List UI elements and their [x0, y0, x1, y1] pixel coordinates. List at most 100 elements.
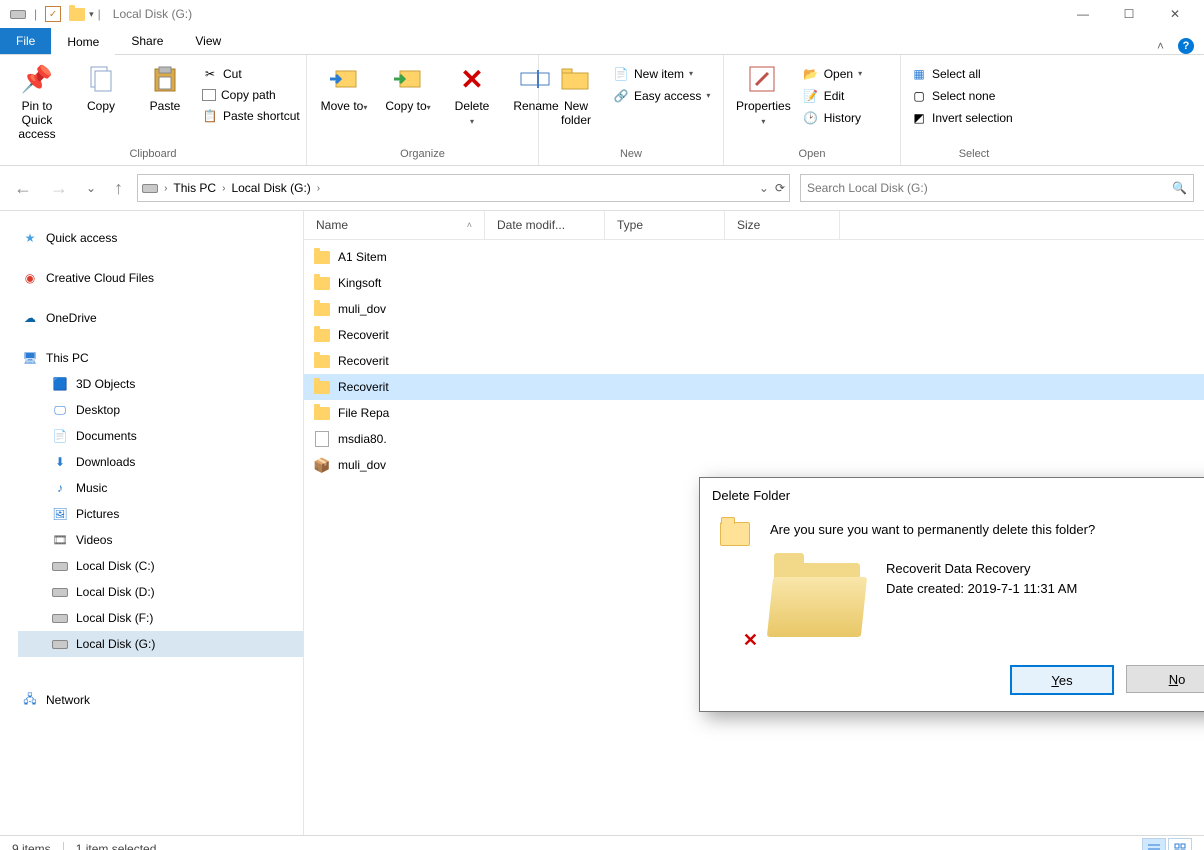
back-button[interactable]: ←: [10, 178, 36, 199]
open-icon: 📂: [803, 66, 819, 82]
sidebar-item-documents[interactable]: 📄Documents: [18, 423, 303, 449]
sidebar-item-3d-objects[interactable]: 🟦3D Objects: [18, 371, 303, 397]
file-name: muli_dov: [338, 458, 386, 472]
file-row[interactable]: 📦 muli_dov: [304, 452, 1204, 478]
cut-button[interactable]: ✂Cut: [200, 65, 302, 83]
tab-file[interactable]: File: [0, 28, 51, 54]
sidebar-item-music[interactable]: ♪Music: [18, 475, 303, 501]
open-button[interactable]: 📂Open ▾: [801, 65, 864, 83]
sidebar-item-local-disk-c-[interactable]: Local Disk (C:): [18, 553, 303, 579]
tab-share[interactable]: Share: [115, 28, 179, 54]
sidebar-icon: [52, 636, 68, 652]
paste-shortcut-button[interactable]: 📋Paste shortcut: [200, 107, 302, 125]
recent-locations-button[interactable]: ⌄: [82, 181, 100, 195]
copy-path-button[interactable]: Copy path: [200, 87, 302, 103]
separator: |: [34, 7, 37, 21]
select-all-button[interactable]: ▦Select all: [909, 65, 1015, 83]
file-name: File Repa: [338, 406, 389, 420]
chevron-right-icon[interactable]: ›: [222, 183, 225, 194]
separator: |: [98, 7, 101, 21]
maximize-button[interactable]: ☐: [1106, 0, 1152, 28]
sidebar-icon: ⬇: [52, 454, 68, 470]
sidebar-item-desktop[interactable]: 🖵Desktop: [18, 397, 303, 423]
sidebar-icon: 🖼: [52, 506, 68, 522]
address-dropdown-icon[interactable]: ⌄: [759, 181, 769, 195]
file-row[interactable]: A1 Sitem: [304, 244, 1204, 270]
dialog-no-button[interactable]: No: [1126, 665, 1204, 693]
column-name[interactable]: Name˄: [304, 211, 485, 239]
column-size[interactable]: Size: [725, 211, 840, 239]
copy-to-button[interactable]: Copy to▾: [379, 59, 437, 115]
nav-bar: ← → ⌄ ↑ › This PC › Local Disk (G:) › ⌄ …: [0, 166, 1204, 211]
edit-icon: 📝: [803, 88, 819, 104]
file-row[interactable]: Recoverit: [304, 374, 1204, 400]
collapse-ribbon-icon[interactable]: ˄: [1157, 39, 1164, 53]
help-icon[interactable]: ?: [1178, 38, 1194, 54]
invert-selection-button[interactable]: ◩Invert selection: [909, 109, 1015, 127]
sidebar-item-local-disk-d-[interactable]: Local Disk (D:): [18, 579, 303, 605]
dialog-yes-button[interactable]: Yes: [1010, 665, 1114, 695]
folder-icon: [314, 275, 330, 291]
search-input[interactable]: Search Local Disk (G:) 🔍: [800, 174, 1194, 202]
folder-icon: [69, 6, 85, 22]
up-button[interactable]: ↑: [110, 178, 127, 199]
view-details-button[interactable]: [1142, 838, 1166, 850]
ribbon-group-open: Properties▾ 📂Open ▾ 📝Edit 🕑History Open: [724, 55, 901, 165]
address-bar[interactable]: › This PC › Local Disk (G:) › ⌄ ⟳: [137, 174, 790, 202]
sidebar-item-onedrive[interactable]: ☁OneDrive: [18, 305, 303, 331]
sidebar-item-local-disk-f-[interactable]: Local Disk (F:): [18, 605, 303, 631]
file-row[interactable]: msdia80.: [304, 426, 1204, 452]
sidebar-item-network[interactable]: 🖧Network: [18, 687, 303, 713]
delete-button[interactable]: ✕ Delete▾: [443, 59, 501, 129]
explorer-body: ★Quick access ◉Creative Cloud Files ☁One…: [0, 211, 1204, 835]
group-label-organize: Organize: [315, 148, 530, 163]
onedrive-icon: ☁: [22, 310, 38, 326]
file-row[interactable]: Recoverit: [304, 348, 1204, 374]
sidebar-item-creative-cloud[interactable]: ◉Creative Cloud Files: [18, 265, 303, 291]
breadcrumb-this-pc[interactable]: This PC: [173, 181, 216, 195]
tab-view[interactable]: View: [179, 28, 237, 54]
status-selection: 1 item selected: [76, 842, 157, 850]
edit-button[interactable]: 📝Edit: [801, 87, 864, 105]
move-to-button[interactable]: Move to▾: [315, 59, 373, 115]
view-large-icons-button[interactable]: [1168, 838, 1192, 850]
new-folder-button[interactable]: New folder: [547, 59, 605, 127]
sidebar-item-downloads[interactable]: ⬇Downloads: [18, 449, 303, 475]
archive-icon: 📦: [314, 457, 330, 473]
sidebar-item-videos[interactable]: 🎞Videos: [18, 527, 303, 553]
easy-access-button[interactable]: 🔗Easy access ▾: [611, 87, 712, 105]
column-date[interactable]: Date modif...: [485, 211, 605, 239]
sidebar-item-this-pc[interactable]: 🖥This PC: [18, 345, 303, 371]
breadcrumb-location[interactable]: Local Disk (G:): [231, 181, 310, 195]
select-none-button[interactable]: ▢Select none: [909, 87, 1015, 105]
file-row[interactable]: Kingsoft: [304, 270, 1204, 296]
chevron-right-icon[interactable]: ›: [317, 183, 320, 194]
sidebar-item-quick-access[interactable]: ★Quick access: [18, 225, 303, 251]
group-label-open: Open: [732, 148, 892, 163]
pin-to-quick-access-button[interactable]: 📌 Pin to Quick access: [8, 59, 66, 141]
sidebar-item-pictures[interactable]: 🖼Pictures: [18, 501, 303, 527]
pc-icon: 🖥: [22, 350, 38, 366]
new-item-button[interactable]: 📄New item ▾: [611, 65, 712, 83]
delete-icon: ✕: [456, 63, 488, 95]
forward-button[interactable]: →: [46, 178, 72, 199]
file-name: muli_dov: [338, 302, 386, 316]
minimize-button[interactable]: —: [1060, 0, 1106, 28]
copy-button[interactable]: Copy: [72, 59, 130, 113]
column-type[interactable]: Type: [605, 211, 725, 239]
refresh-icon[interactable]: ⟳: [775, 181, 785, 195]
tab-home[interactable]: Home: [51, 29, 115, 55]
dropdown-icon[interactable]: ▾: [89, 9, 94, 20]
checkbox-icon[interactable]: ✓: [45, 6, 61, 22]
close-button[interactable]: ✕: [1152, 0, 1198, 28]
history-button[interactable]: 🕑History: [801, 109, 864, 127]
sidebar-item-local-disk-g-[interactable]: Local Disk (G:): [18, 631, 303, 657]
file-row[interactable]: File Repa: [304, 400, 1204, 426]
paste-button[interactable]: Paste: [136, 59, 194, 113]
file-row[interactable]: Recoverit: [304, 322, 1204, 348]
properties-button[interactable]: Properties▾: [732, 59, 795, 129]
chevron-right-icon[interactable]: ›: [164, 183, 167, 194]
file-row[interactable]: muli_dov: [304, 296, 1204, 322]
folder-icon: [314, 327, 330, 343]
file-icon: [314, 431, 330, 447]
